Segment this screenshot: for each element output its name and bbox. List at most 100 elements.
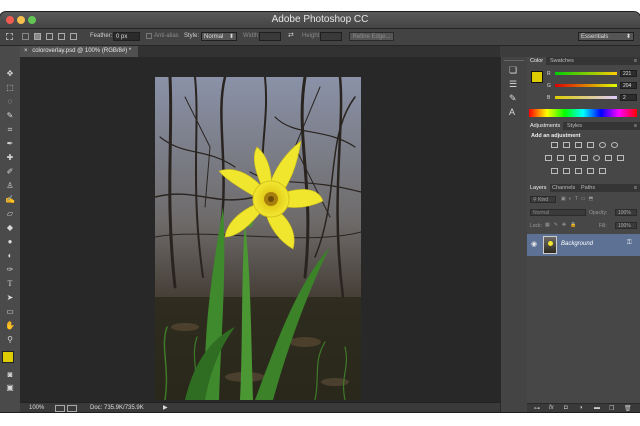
tab-channels[interactable]: Channels [549,184,578,192]
tab-adjustments[interactable]: Adjustments [527,122,564,130]
color-spectrum-bar[interactable] [529,109,637,117]
subtract-from-selection-icon[interactable] [58,33,65,40]
layer-filter-kind-select[interactable]: ⚲ Kind [530,196,556,203]
b-slider[interactable] [555,96,617,99]
layer-style-fx-button[interactable]: fx [549,405,554,411]
hand-tool-icon[interactable]: ✋ [5,322,15,330]
tab-layers[interactable]: Layers [527,184,550,192]
fill-input[interactable]: 100% [615,222,637,229]
anti-alias-checkbox[interactable] [146,33,152,39]
width-input[interactable] [259,32,281,41]
zoom-tool-icon[interactable]: ⚲ [5,336,15,344]
layer-name[interactable]: Background [561,241,593,247]
marquee-tool-icon[interactable] [6,33,13,40]
close-tab-icon[interactable]: × [24,48,28,54]
add-to-selection-icon[interactable] [46,33,53,40]
document-canvas[interactable] [20,57,500,402]
marquee-tool-icon[interactable]: ⬚ [5,84,15,92]
delete-layer-icon[interactable]: 🗑 [624,405,632,412]
type-tool-icon[interactable]: T [5,280,15,288]
history-icon[interactable]: ❏ [509,65,517,76]
quick-selection-tool-icon[interactable]: ✎ [5,112,15,120]
tab-color[interactable]: Color [527,57,547,65]
r-value-input[interactable]: 221 [620,70,637,77]
blur-tool-icon[interactable]: ● [5,238,15,246]
invert-icon[interactable] [617,155,624,161]
clone-stamp-tool-icon[interactable]: ♙ [5,182,15,190]
character-icon[interactable]: A [509,107,515,117]
swap-width-height-icon[interactable]: ⇄ [288,31,294,39]
gradient-fill-icon[interactable] [611,142,618,148]
history-brush-tool-icon[interactable]: ✍ [5,196,15,204]
workspace-select[interactable]: Essentials ⬍ [578,32,634,41]
new-group-icon[interactable]: ▬ [594,405,600,411]
black-white-icon[interactable] [569,155,576,161]
brush-tool-icon[interactable]: ✐ [5,168,15,176]
opacity-input[interactable]: 100% [615,209,637,216]
panel-menu-icon[interactable]: ≡ [631,122,640,130]
color-lookup-icon[interactable] [605,155,612,161]
lock-icons[interactable]: ▦✎✥🔒 [545,222,580,228]
style-select[interactable]: Normal ⬍ [201,32,237,41]
threshold-icon[interactable] [563,168,570,174]
new-adjustment-layer-icon[interactable]: ◑ [579,405,583,411]
tool-preset-picker-icon[interactable] [22,33,29,40]
g-slider[interactable] [555,84,617,87]
blend-mode-select[interactable]: Normal [530,209,586,216]
screen-mode-icon[interactable]: ▣ [5,384,15,392]
new-selection-icon[interactable] [34,33,41,40]
panel-menu-icon[interactable]: ≡ [631,184,640,192]
brightness-contrast-icon[interactable] [551,142,558,148]
feather-input[interactable]: 0 px [113,32,140,41]
foreground-color-swatch[interactable] [531,71,543,83]
color-balance-icon[interactable] [557,155,564,161]
crop-tool-icon[interactable]: ⌗ [5,126,15,134]
posterize-icon[interactable] [551,168,558,174]
paint-bucket-tool-icon[interactable]: ◆ [5,224,15,232]
panel-menu-icon[interactable]: ≡ [631,57,640,65]
shadows-highlights-icon[interactable] [599,168,606,174]
healing-brush-tool-icon[interactable]: ✚ [5,154,15,162]
dodge-tool-icon[interactable]: ◐ [5,252,15,260]
layer-filter-icons[interactable]: ▣◐T▭⬒ [561,196,621,203]
photo-filter-icon[interactable] [581,155,588,161]
lasso-tool-icon[interactable]: ◌ [5,98,15,106]
exposure-icon[interactable] [587,142,594,148]
g-value-input[interactable]: 204 [620,82,637,89]
b-value-input[interactable]: 2 [620,94,637,101]
tab-paths[interactable]: Paths [578,184,598,192]
selective-color-icon[interactable] [587,168,594,174]
eye-visibility-icon[interactable]: ◉ [531,240,537,248]
hue-saturation-icon[interactable] [545,155,552,161]
shape-tool-icon[interactable]: ▭ [5,308,15,316]
gradient-map-icon[interactable] [575,168,582,174]
intersect-selection-icon[interactable] [70,33,77,40]
document-tab[interactable]: × coloroverlay.psd @ 100% (RGB/8#) * [20,46,138,57]
r-slider[interactable] [555,72,617,75]
foreground-color-swatch[interactable] [2,351,14,363]
link-layers-icon[interactable]: ⊶ [534,405,540,412]
height-input[interactable] [320,32,342,41]
move-tool-icon[interactable]: ✥ [5,70,15,78]
eraser-tool-icon[interactable]: ▱ [5,210,15,218]
strip-grip-icon [504,60,524,61]
path-selection-tool-icon[interactable]: ➤ [5,294,15,302]
brush-presets-icon[interactable]: ✎ [509,93,517,104]
new-layer-icon[interactable]: ❐ [609,405,614,412]
add-mask-icon[interactable]: ◘ [564,405,568,411]
quick-mask-icon[interactable]: ◙ [5,371,15,379]
curves-icon[interactable] [575,142,582,148]
tab-swatches[interactable]: Swatches [547,57,577,65]
zoom-level[interactable]: 100% [29,405,44,411]
lock-label: Lock: [530,223,542,229]
layer-row[interactable]: ◉ Background ⚿ [527,234,640,256]
tab-styles[interactable]: Styles [564,122,585,130]
refine-edge-button[interactable]: Refine Edge... [349,32,394,41]
properties-icon[interactable]: ☰ [509,79,517,90]
channel-mixer-icon[interactable] [593,155,600,161]
status-menu-arrow-icon[interactable]: ▶ [163,404,168,411]
vibrance-icon[interactable] [599,142,606,148]
pen-tool-icon[interactable]: ✑ [5,266,15,274]
levels-icon[interactable] [563,142,570,148]
eyedropper-tool-icon[interactable]: ✒ [5,140,15,148]
